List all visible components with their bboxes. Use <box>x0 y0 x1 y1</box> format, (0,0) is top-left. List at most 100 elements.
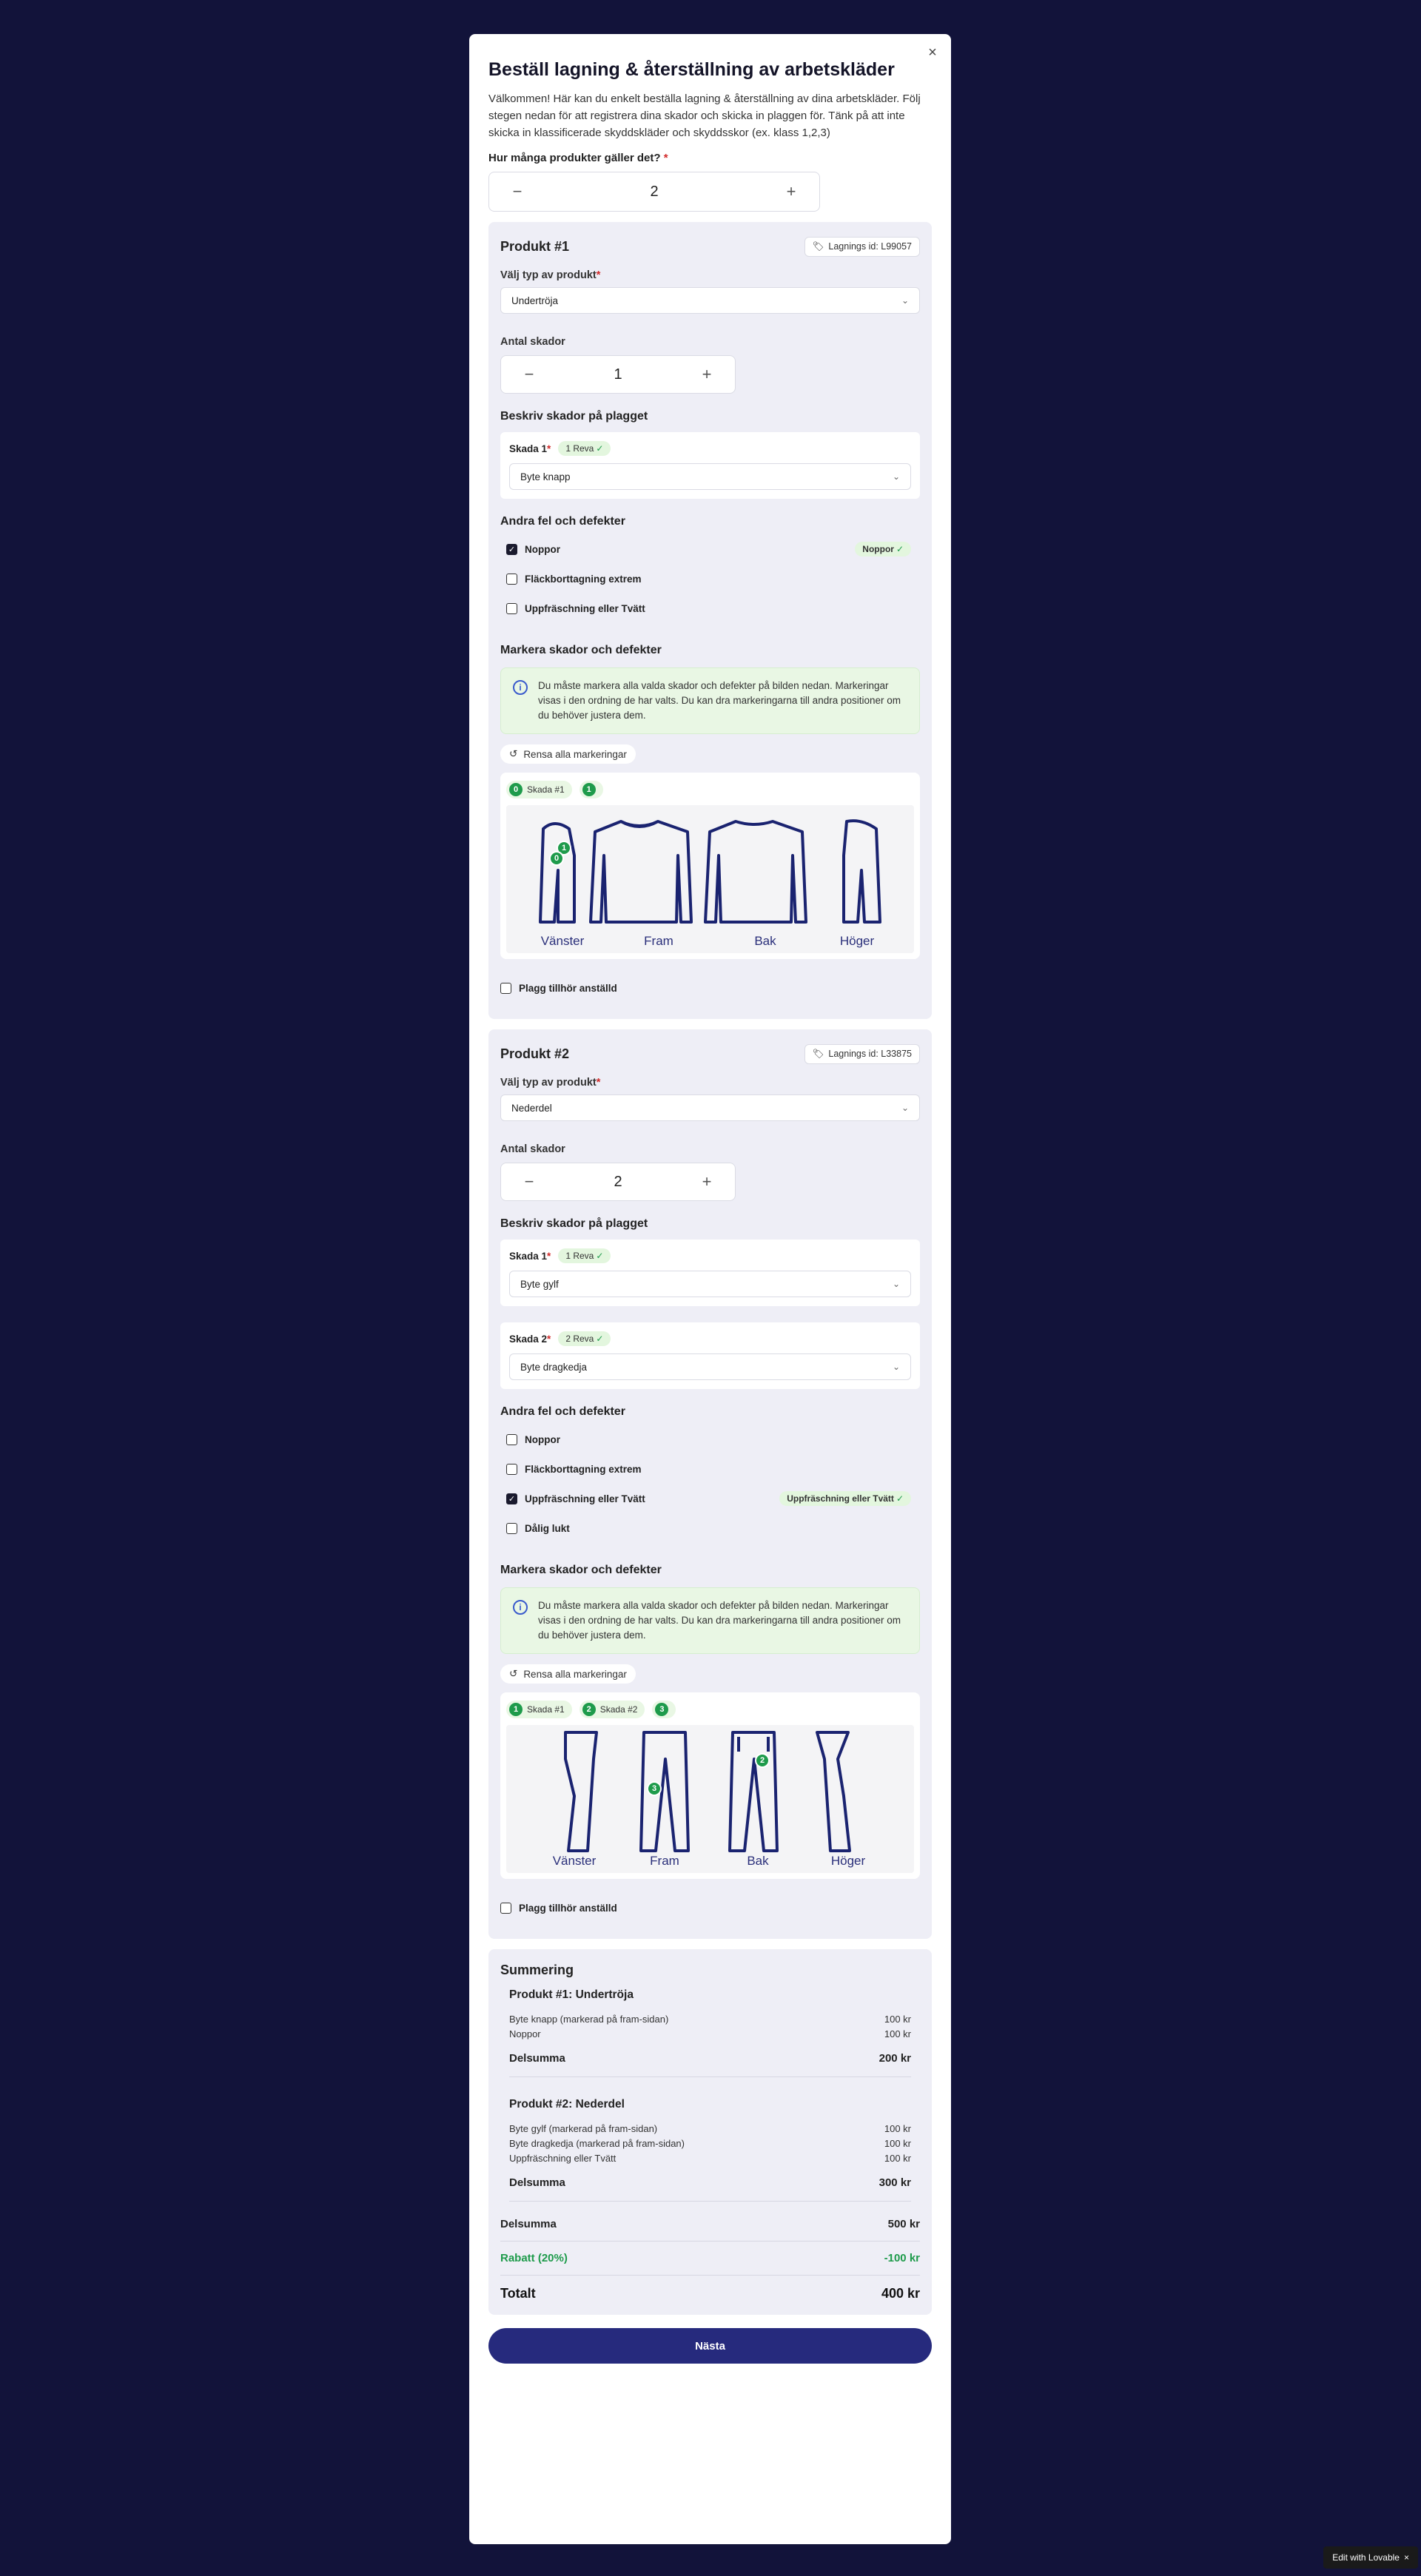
checkbox[interactable] <box>506 573 517 585</box>
checkbox[interactable]: ✓ <box>506 543 517 555</box>
chevron-down-icon: ⌄ <box>892 1362 900 1372</box>
chevron-down-icon: ⌄ <box>892 1279 900 1289</box>
order-modal: × Beställ lagning & återställning av arb… <box>469 34 951 2544</box>
damage-block-2: Skada 2 * 2 Reva ✓ Byte dragkedja ⌄ <box>500 1322 920 1389</box>
product-count-stepper: − 2 + <box>488 172 820 212</box>
damage-count-value: 1 <box>614 366 622 383</box>
increment-button[interactable]: + <box>698 365 716 384</box>
mark-heading: Markera skador och defekter <box>500 644 662 656</box>
decrement-button[interactable]: − <box>520 365 538 384</box>
delsumma-row: Delsumma 500 kr <box>500 2207 920 2242</box>
antal-label: Antal skador <box>500 336 565 348</box>
lovable-badge[interactable]: Edit with Lovable × <box>1323 2546 1418 2569</box>
summary-product-1: Produkt #1: Undertröja Byte knapp (marke… <box>500 1978 920 2077</box>
marker-panel: 1 Skada #1 2 Skada #2 3 3 2 Vänster Fram… <box>500 1692 920 1879</box>
damage-block-1: Skada 1 * 1 Reva ✓ Byte knapp ⌄ <box>500 432 920 499</box>
defect-pill: Noppor ✓ <box>855 542 911 556</box>
marker-tag[interactable]: 1 <box>579 781 603 798</box>
shirt-outline-icon <box>539 819 881 924</box>
marker-pin[interactable]: 0 <box>549 851 564 866</box>
subtotal: Delsumma 300 kr <box>509 2176 911 2202</box>
rabatt-row: Rabatt (20%) -100 kr <box>500 2242 920 2276</box>
summary-line: Byte knapp (markerad på fram-sidan) 100 k… <box>509 2014 911 2025</box>
marker-tag[interactable]: 0 Skada #1 <box>506 781 572 798</box>
marker-pin[interactable]: 2 <box>755 1753 770 1768</box>
checkbox[interactable]: ✓ <box>506 1493 517 1504</box>
damage-pill: 2 Reva ✓ <box>558 1331 611 1346</box>
page-title: Beställ lagning & återställning av arbet… <box>488 59 895 80</box>
product-count-label: Hur många produkter gäller det? * <box>488 152 668 164</box>
marker-tag[interactable]: 2 Skada #2 <box>579 1701 645 1718</box>
checkbox[interactable] <box>506 1433 517 1445</box>
damage-count-stepper: − 1 + <box>500 355 736 394</box>
trousers-diagram[interactable]: 3 2 Vänster Fram Bak Höger <box>506 1725 914 1873</box>
reset-markers-button[interactable]: ↺ Rensa alla markeringar <box>500 744 636 764</box>
chevron-down-icon: ⌄ <box>901 295 909 306</box>
chevron-down-icon: ⌄ <box>901 1103 909 1113</box>
shirt-diagram[interactable]: 1 0 Vänster Fram Bak Höger <box>506 805 914 953</box>
view-label: Höger <box>839 934 875 948</box>
reset-icon: ↺ <box>509 1668 518 1679</box>
checkbox[interactable] <box>506 602 517 614</box>
view-label: Vänster <box>540 934 585 948</box>
checkbox[interactable] <box>506 1522 517 1534</box>
employee-checkbox-row: Plagg tillhör anställd <box>500 983 920 994</box>
summary-line: Byte dragkedja (markerad på fram-sidan) 1… <box>509 2138 911 2149</box>
product-card-2: Produkt #2 🏷 Lagnings id: L33875 Välj typ… <box>488 1029 932 1939</box>
reset-icon: ↺ <box>509 748 518 759</box>
decrement-button[interactable]: − <box>520 1172 538 1191</box>
marker-tag[interactable]: 3 <box>652 1701 676 1718</box>
summary-line: Uppfräschning eller Tvätt 100 kr <box>509 2153 911 2164</box>
checkbox[interactable] <box>500 983 511 994</box>
info-icon: i <box>513 680 528 695</box>
type-label: Välj typ av produkt* <box>500 269 601 281</box>
view-label: Bak <box>754 934 776 948</box>
marker-pin[interactable]: 3 <box>647 1781 662 1796</box>
next-button[interactable]: Nästa <box>488 2328 932 2364</box>
view-label: Fram <box>644 934 673 948</box>
product-type-select[interactable]: Nederdel ⌄ <box>500 1094 920 1121</box>
summary-title: Summering <box>500 1963 574 1977</box>
reset-markers-button[interactable]: ↺ Rensa alla markeringar <box>500 1664 636 1684</box>
tag-icon: 🏷 <box>812 1048 824 1059</box>
view-label: Fram <box>650 1854 679 1868</box>
other-defects-heading: Andra fel och defekter <box>500 1405 625 1418</box>
product-title: Produkt #1 <box>500 238 570 254</box>
decrement-button[interactable]: − <box>508 182 526 201</box>
summary-line: Noppor 100 kr <box>509 2028 911 2039</box>
close-icon[interactable]: × <box>924 44 941 61</box>
other-defects-heading: Andra fel och defekter <box>500 515 625 528</box>
view-label: Vänster <box>552 1854 597 1868</box>
tag-icon: 🏷 <box>812 241 824 252</box>
damage-select[interactable]: Byte knapp ⌄ <box>509 463 911 490</box>
type-label: Välj typ av produkt* <box>500 1077 601 1089</box>
describe-heading: Beskriv skador på plagget <box>500 410 648 423</box>
increment-button[interactable]: + <box>782 182 800 201</box>
trousers-outline-icon <box>564 1731 851 1852</box>
damage-pill: 1 Reva ✓ <box>558 441 611 456</box>
info-box: i Du måste markera alla valda skador och… <box>500 667 920 734</box>
damage-pill: 1 Reva ✓ <box>558 1248 611 1263</box>
info-icon: i <box>513 1600 528 1615</box>
damage-select[interactable]: Byte gylf ⌄ <box>509 1271 911 1297</box>
checkbox[interactable] <box>506 1463 517 1475</box>
marker-tag[interactable]: 1 Skada #1 <box>506 1701 572 1718</box>
close-icon[interactable]: × <box>1404 2552 1409 2563</box>
view-label: Höger <box>830 1854 866 1868</box>
damage-select[interactable]: Byte dragkedja ⌄ <box>509 1353 911 1380</box>
antal-label: Antal skador <box>500 1143 565 1155</box>
mark-heading: Markera skador och defekter <box>500 1564 662 1576</box>
product-type-select[interactable]: Undertröja ⌄ <box>500 287 920 314</box>
lagnings-id-badge: 🏷 Lagnings id: L99057 <box>804 236 920 257</box>
damage-block-1: Skada 1 * 1 Reva ✓ Byte gylf ⌄ <box>500 1240 920 1306</box>
subtotal: Delsumma 200 kr <box>509 2052 911 2077</box>
describe-heading: Beskriv skador på plagget <box>500 1217 648 1230</box>
increment-button[interactable]: + <box>698 1172 716 1191</box>
marker-panel: 0 Skada #1 1 1 0 Vänster Fram Bak Höger <box>500 773 920 959</box>
lagnings-id-badge: 🏷 Lagnings id: L33875 <box>804 1043 920 1064</box>
product-card-1: Produkt #1 🏷 Lagnings id: L99057 Välj typ… <box>488 222 932 1019</box>
damage-count-value: 2 <box>614 1173 622 1190</box>
checkbox[interactable] <box>500 1903 511 1914</box>
summary-section: Summering Produkt #1: Undertröja Byte kn… <box>488 1949 932 2315</box>
employee-checkbox-row: Plagg tillhör anställd <box>500 1903 920 1914</box>
